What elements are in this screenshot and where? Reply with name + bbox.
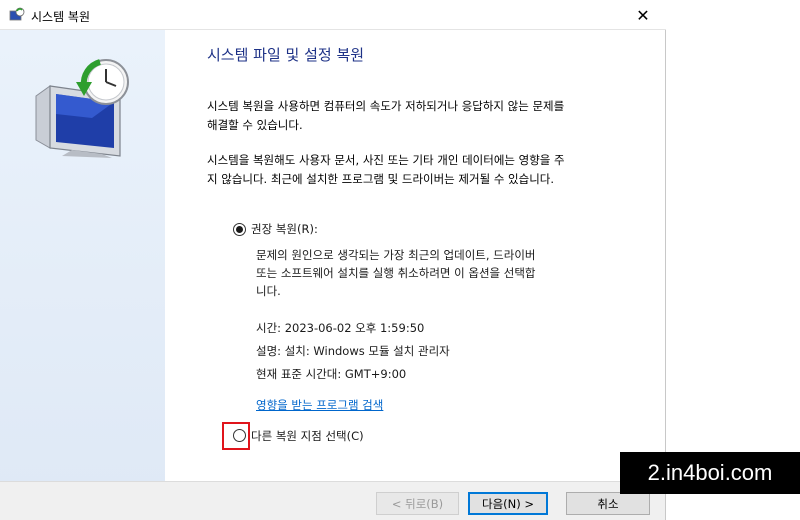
notice-line-2: 지 않습니다. 최근에 설치한 프로그램 및 드라이버는 제거될 수 있습니다. [207,172,555,186]
recommended-restore-label[interactable]: 권장 복원(R): [251,221,318,237]
intro-paragraph: 시스템 복원을 사용하면 컴퓨터의 속도가 저하되거나 응답하지 않는 문제를 … [207,97,627,135]
recommended-restore-radio[interactable] [233,223,246,236]
intro-line-2: 해결할 수 있습니다. [207,118,303,132]
watermark: 2.in4boi.com [620,452,800,494]
button-bar: < 뒤로(B) 다음(N) > 취소 [0,481,665,520]
recommended-restore-description: 문제의 원인으로 생각되는 가장 최근의 업데이트, 드라이버 또는 소프트웨어… [256,246,591,300]
close-button[interactable]: ✕ [620,0,666,30]
side-banner [0,30,165,490]
other-restore-point-radio[interactable] [233,429,246,442]
desc-line-1: 문제의 원인으로 생각되는 가장 최근의 업데이트, 드라이버 [256,248,536,262]
system-restore-dialog: 시스템 복원 ✕ 시스템 파일 및 설정 복원 시스템 복원을 사용하면 컴퓨터… [0,0,666,520]
title-bar: 시스템 복원 ✕ [0,0,666,30]
scan-affected-programs-link[interactable]: 영향을 받는 프로그램 검색 [256,397,383,413]
cancel-button[interactable]: 취소 [566,492,650,515]
window-title: 시스템 복원 [31,10,91,24]
intro-line-1: 시스템 복원을 사용하면 컴퓨터의 속도가 저하되거나 응답하지 않는 문제를 [207,99,565,113]
back-button[interactable]: < 뒤로(B) [376,492,459,515]
desc-line-3: 니다. [256,284,281,298]
notice-paragraph: 시스템을 복원해도 사용자 문서, 사진 또는 기타 개인 데이터에는 영향을 … [207,151,627,189]
system-restore-icon [9,7,25,21]
restore-point-description: 설명: 설치: Windows 모듈 설치 관리자 [256,344,450,358]
restore-point-time: 시간: 2023-06-02 오후 1:59:50 [256,321,425,335]
other-restore-point-label[interactable]: 다른 복원 지점 선택(C) [251,428,364,444]
desc-line-2: 또는 소프트웨어 설치를 실행 취소하려면 이 옵션을 선택합 [256,266,536,280]
main-content: 시스템 파일 및 설정 복원 시스템 복원을 사용하면 컴퓨터의 속도가 저하되… [165,30,665,490]
restore-point-timezone: 현재 표준 시간대: GMT+9:00 [256,367,407,381]
next-button[interactable]: 다음(N) > [468,492,548,515]
close-icon: ✕ [636,5,650,25]
notice-line-1: 시스템을 복원해도 사용자 문서, 사진 또는 기타 개인 데이터에는 영향을 … [207,153,565,167]
restore-computer-icon [35,59,129,158]
page-title: 시스템 파일 및 설정 복원 [207,46,365,64]
